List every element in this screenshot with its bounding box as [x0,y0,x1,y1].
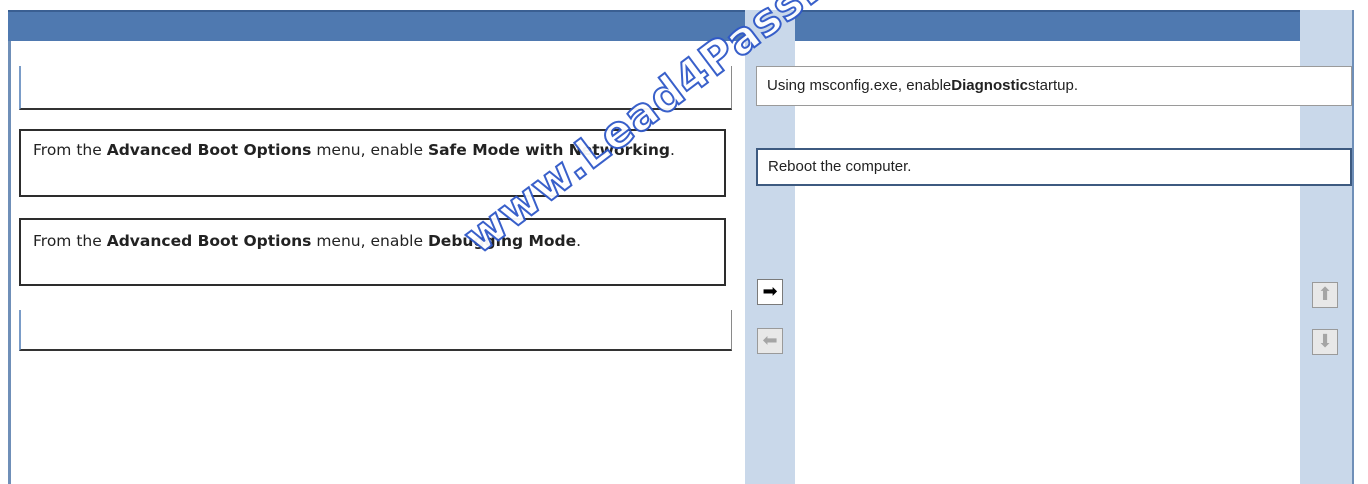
choice-slot-empty[interactable] [19,66,732,110]
text-segment: . [576,232,582,250]
text-segment: menu, enable [311,141,428,159]
answer-item-label: Reboot the computer. [768,158,912,175]
choice-item-safe-mode-networking[interactable]: From the Advanced Boot Options menu, ena… [19,129,726,197]
arrow-left-icon: ⬅ [762,330,778,351]
text-segment: menu, enable [311,232,428,250]
move-up-button[interactable]: ⬆ [1312,282,1338,308]
arrow-down-icon: ⬇ [1317,331,1333,352]
answer-area-header [795,10,1300,43]
move-left-button[interactable]: ⬅ [757,328,783,354]
move-right-button[interactable]: ➡ [757,279,783,305]
text-segment: Using msconfig.exe, enable [767,77,952,94]
text-segment: startup. [1027,77,1078,94]
answer-choices-header [8,10,745,43]
answer-item-reboot[interactable]: Reboot the computer. [756,148,1352,186]
choice-slot-empty[interactable] [19,310,732,351]
text-segment: From the [33,141,107,159]
arrow-right-icon: ➡ [762,281,778,302]
answer-item-diagnostic-startup[interactable]: Using msconfig.exe, enable Diagnostic st… [756,66,1352,106]
text-segment-bold: Diagnostic [951,77,1028,94]
text-segment-bold: Advanced Boot Options [106,232,312,250]
text-segment: From the [33,232,107,250]
text-segment-bold: Debugging Mode [427,232,577,250]
arrow-up-icon: ⬆ [1317,284,1333,305]
text-segment-bold: Advanced Boot Options [106,141,312,159]
text-segment: . [670,141,675,159]
right-edge [1352,10,1368,484]
text-segment-bold: Safe Mode with Networking [427,141,671,159]
move-down-button[interactable]: ⬇ [1312,329,1338,355]
answer-area-panel [795,41,1300,484]
choice-item-debugging-mode[interactable]: From the Advanced Boot Options menu, ena… [19,218,726,286]
